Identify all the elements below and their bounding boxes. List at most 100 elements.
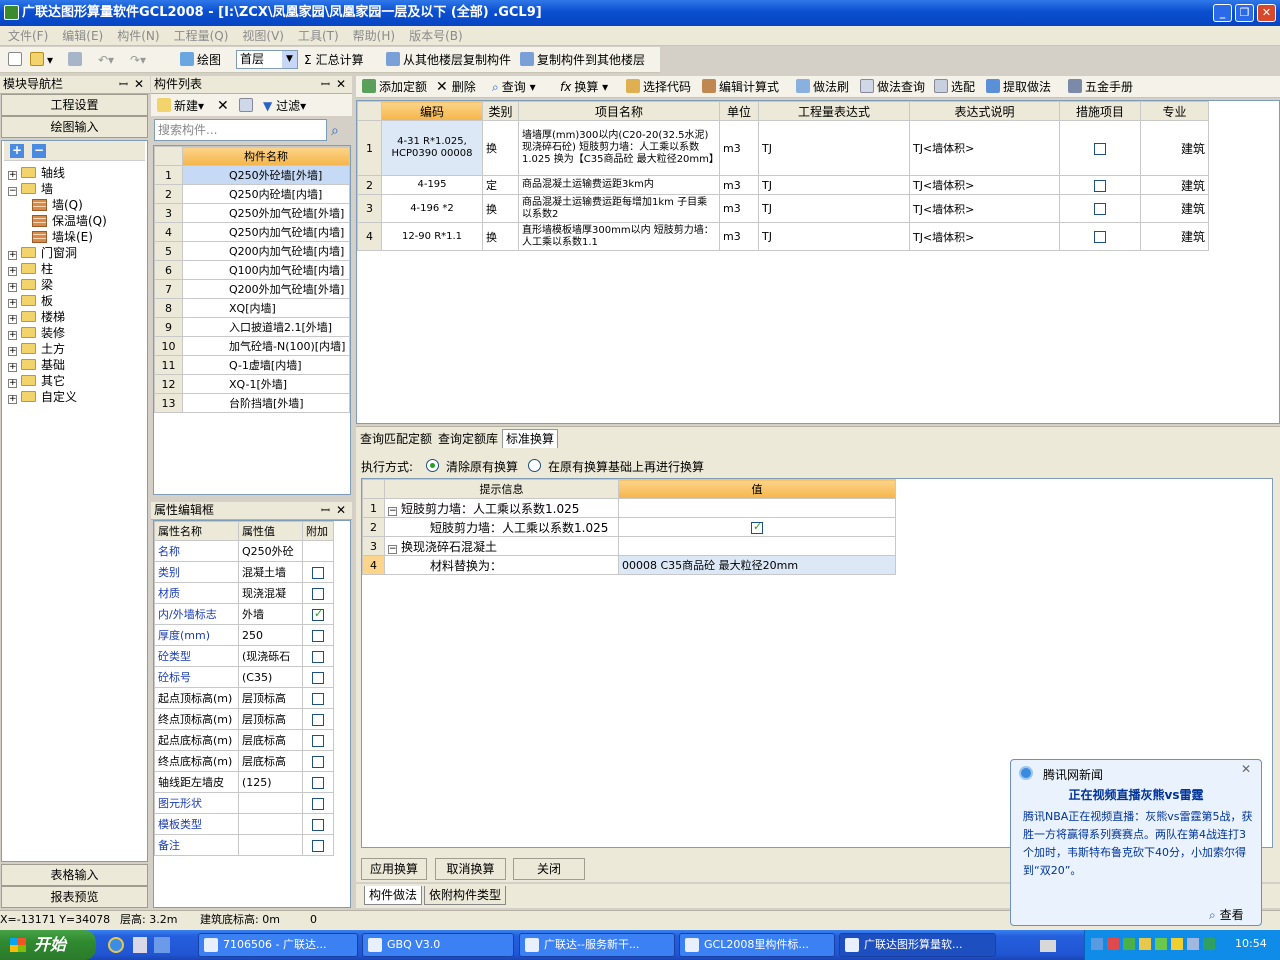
radio-clear-replace[interactable] [426, 459, 439, 472]
tree-item[interactable]: + 楼梯 [8, 309, 65, 325]
value-cell[interactable] [618, 517, 896, 537]
attach-checkbox[interactable] [312, 818, 324, 831]
tab-standard-replace[interactable]: 标准换算 [502, 429, 559, 449]
method-brush-button[interactable]: 做法刷 [796, 78, 849, 96]
tree-item[interactable]: + 基础 [8, 357, 65, 373]
tree-item[interactable]: + 板 [8, 293, 53, 309]
task-gcl-post[interactable]: GCL2008里构件标... [679, 933, 835, 957]
tab-attached-type[interactable]: 依附构件类型 [424, 886, 507, 905]
task-glodon-service[interactable]: 广联达--服务新干... [519, 933, 675, 957]
measure-checkbox[interactable] [1094, 179, 1106, 192]
component-name[interactable]: Q250内加气砼墙[内墙] [182, 222, 350, 242]
tray-icon[interactable] [1123, 938, 1135, 950]
property-value[interactable]: 层顶标高 [238, 687, 303, 709]
attach-checkbox[interactable] [312, 607, 324, 621]
close-icon[interactable]: ✕ [336, 76, 346, 93]
tree-item[interactable]: 墙垛(E) [32, 229, 93, 245]
tray-icon[interactable] [1155, 938, 1167, 950]
quantity-expression[interactable]: TJ [758, 194, 910, 223]
menu-file[interactable]: 文件(F) [0, 26, 54, 44]
expression-description[interactable]: TJ<墙体积> [909, 175, 1060, 195]
component-search-input[interactable]: 搜索构件... [154, 119, 327, 141]
draw-input-button[interactable]: 绘图输入 [1, 116, 148, 138]
expand-icon[interactable]: + [8, 331, 17, 340]
property-value[interactable]: 250 [238, 624, 303, 646]
tree-item[interactable]: + 土方 [8, 341, 65, 357]
major[interactable]: 建筑 [1140, 222, 1209, 251]
delete-quota-button[interactable]: ✕ 删除 [436, 78, 476, 96]
expand-icon[interactable]: + [8, 347, 17, 356]
task-gcl-app[interactable]: 广联达图形算量软... [839, 933, 996, 957]
tray-icon[interactable] [1107, 938, 1119, 950]
tree-item[interactable]: + 轴线 [8, 165, 65, 181]
expression-description[interactable]: TJ<墙体积> [909, 120, 1060, 176]
property-value[interactable]: Q250外砼 [238, 540, 303, 562]
component-name[interactable]: 加气砼墙-N(100)[内墙] [182, 336, 350, 356]
expand-icon[interactable]: + [8, 171, 17, 180]
tray-icon[interactable] [1187, 938, 1199, 950]
delete-icon[interactable]: ✕ [217, 97, 229, 115]
expression-description[interactable]: TJ<墙体积> [909, 222, 1060, 251]
table-row[interactable]: 7 Q200外加气砼墙[外墙] [154, 279, 350, 299]
tree-item[interactable]: 墙(Q) [32, 197, 83, 213]
table-row[interactable]: 10 加气砼墙-N(100)[内墙] [154, 336, 350, 356]
draw-button[interactable]: 绘图 [180, 51, 221, 69]
table-row[interactable]: 13 台阶挡墙[外墙] [154, 393, 350, 413]
table-row[interactable]: 3 Q250外加气砼墙[外墙] [154, 203, 350, 223]
quota-type[interactable]: 定 [482, 175, 519, 195]
save-icon[interactable] [68, 51, 85, 69]
property-value[interactable]: 外墙 [238, 603, 303, 625]
attach-checkbox[interactable] [312, 776, 324, 789]
replace-row[interactable]: 3− 换现浇碎石混凝土 [362, 536, 896, 556]
quota-unit[interactable]: m3 [719, 194, 759, 223]
close-button[interactable]: ✕ [1257, 4, 1276, 22]
property-value[interactable] [238, 834, 303, 856]
expand-icon[interactable]: + [8, 379, 17, 388]
quantity-expression[interactable]: TJ [758, 175, 910, 195]
property-value[interactable]: (C35) [238, 666, 303, 688]
pin-icon[interactable]: ꟷ [119, 76, 128, 93]
hardware-manual-button[interactable]: 五金手册 [1068, 78, 1133, 96]
quota-code[interactable]: 12-90 R*1.1 [381, 222, 483, 251]
quota-code[interactable]: 4-195 [381, 175, 483, 195]
project-settings-button[interactable]: 工程设置 [1, 94, 148, 116]
attach-checkbox[interactable] [312, 692, 324, 705]
copy-from-floor-button[interactable]: 从其他楼层复制构件 [386, 51, 511, 69]
measure-checkbox[interactable] [1094, 231, 1106, 243]
keyboard-icon[interactable] [1040, 940, 1056, 952]
expand-icon[interactable]: + [8, 251, 17, 260]
property-value[interactable]: (125) [238, 771, 303, 793]
undo-icon[interactable]: ↶▾ [98, 51, 114, 69]
quota-code[interactable]: 4-196 *2 [381, 194, 483, 223]
expand-icon[interactable]: + [8, 299, 17, 308]
collapse-icon[interactable]: − [8, 187, 17, 196]
start-button[interactable]: 开始 [0, 930, 96, 960]
ie-icon[interactable] [108, 937, 124, 953]
tree-item[interactable]: + 柱 [8, 261, 53, 277]
tray-icon[interactable] [1171, 938, 1183, 950]
edit-formula-button[interactable]: 编辑计算式 [702, 78, 779, 96]
expand-icon[interactable]: + [8, 363, 17, 372]
menu-tools[interactable]: 工具(T) [290, 26, 345, 44]
task-qq-chat[interactable]: 7106506 - 广联达... [198, 933, 358, 957]
measure-checkbox[interactable] [1094, 203, 1106, 215]
table-row[interactable]: 8 XQ[内墙] [154, 298, 350, 318]
component-name[interactable]: Q200外加气砼墙[外墙] [182, 279, 350, 299]
table-input-button[interactable]: 表格输入 [1, 864, 148, 886]
menu-version[interactable]: 版本号(B) [401, 26, 469, 44]
select-code-button[interactable]: 选择代码 [626, 78, 691, 96]
component-name[interactable]: Q100内加气砼墙[内墙] [182, 260, 350, 280]
new-file-icon[interactable] [8, 51, 25, 69]
collapse-icon[interactable]: − [388, 544, 397, 554]
major[interactable]: 建筑 [1140, 120, 1209, 176]
copy-to-floor-button[interactable]: 复制构件到其他楼层 [520, 51, 645, 69]
attach-checkbox[interactable] [312, 587, 324, 600]
property-value[interactable] [238, 813, 303, 835]
expand-icon[interactable]: + [8, 267, 17, 276]
major[interactable]: 建筑 [1140, 175, 1209, 195]
component-name[interactable]: Q250外加气砼墙[外墙] [182, 203, 350, 223]
collapse-icon[interactable]: − [388, 506, 397, 516]
table-row[interactable]: 3 4-196 *2 换商品混凝土运输费运距每增加1km 子目乘以系数2 m3 TJ TJ… [357, 194, 1209, 223]
close-icon[interactable]: ✕ [134, 76, 144, 93]
radio-keep-replace[interactable] [528, 459, 541, 472]
